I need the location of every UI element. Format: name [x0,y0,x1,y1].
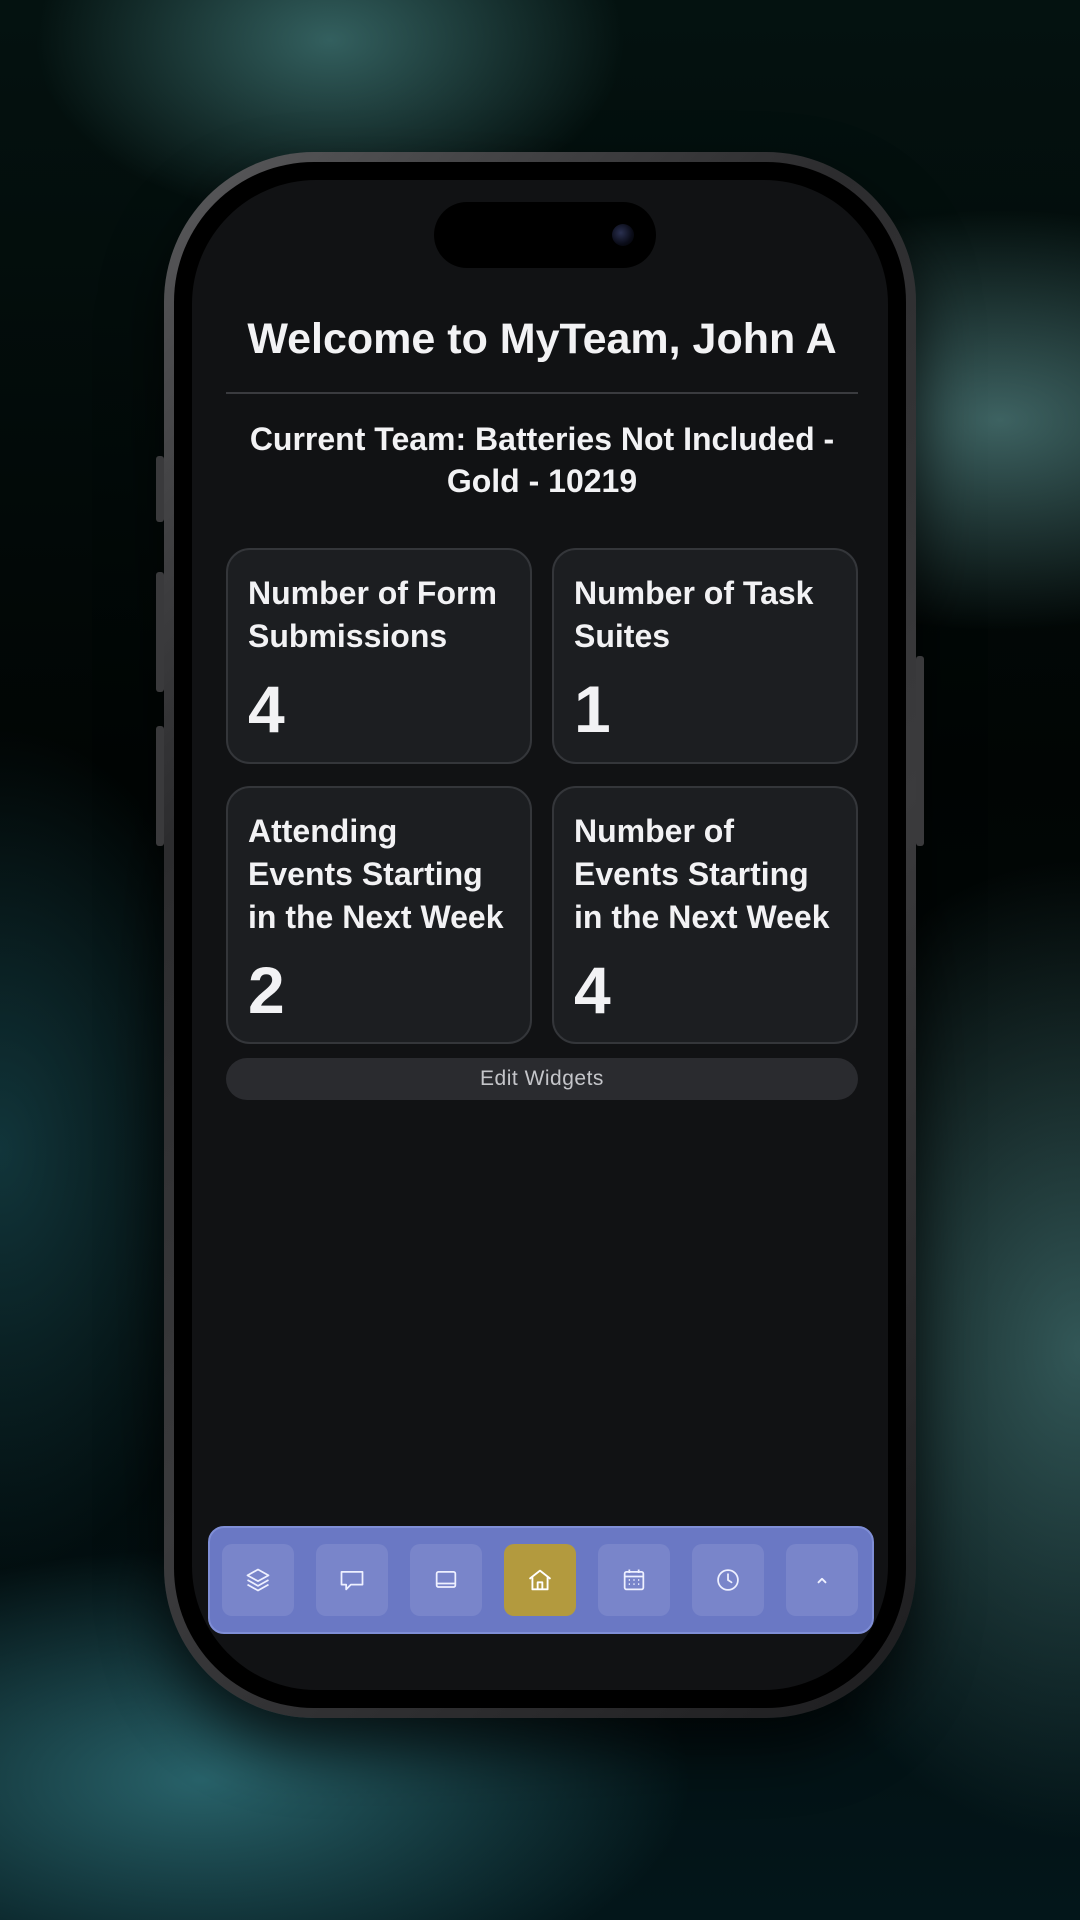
calendar-icon [623,1569,645,1591]
tablet-icon [435,1570,457,1588]
power-button [916,656,924,846]
current-team-label: Current Team: Batteries Not Included - G… [249,421,835,499]
header-divider [226,392,858,394]
clock-icon [717,1569,739,1591]
welcome-title: Welcome to MyTeam, John A [247,315,837,363]
nav-calendar-button[interactable] [598,1544,670,1616]
chevron-up-icon [817,1577,827,1584]
nav-home-button[interactable] [504,1544,576,1616]
volume-up-button [156,572,164,692]
edit-widgets-button[interactable]: Edit Widgets [226,1058,858,1100]
widget-events-next-week[interactable]: Number of Events Starting in the Next We… [552,786,858,1044]
widget-grid: Number of Form Submissions 4 Number of T… [226,548,858,1044]
phone-frame: Welcome to MyTeam, John A Current Team: … [164,152,916,1718]
volume-down-button [156,726,164,846]
app-screen: Welcome to MyTeam, John A Current Team: … [192,180,888,1690]
widget-value: 4 [574,953,611,1027]
widget-task-suites[interactable]: Number of Task Suites 1 [552,548,858,764]
dynamic-island [434,202,656,268]
nav-tablet-button[interactable] [410,1544,482,1616]
camera-icon [612,224,634,246]
widget-value: 1 [574,672,611,746]
layers-icon [246,1568,270,1592]
home-content: Welcome to MyTeam, John A Current Team: … [226,310,858,1100]
widget-title: Number of Task Suites [574,575,814,654]
widget-title: Number of Events Starting in the Next We… [574,813,830,935]
widget-form-submissions[interactable]: Number of Form Submissions 4 [226,548,532,764]
nav-expand-button[interactable] [786,1544,858,1616]
home-icon [528,1569,552,1591]
bottom-nav-bar [208,1526,874,1634]
widget-attending-events[interactable]: Attending Events Starting in the Next We… [226,786,532,1044]
chat-icon [340,1570,364,1591]
nav-clock-button[interactable] [692,1544,764,1616]
widget-value: 2 [248,953,285,1027]
widget-title: Attending Events Starting in the Next We… [248,813,504,935]
widget-value: 4 [248,672,285,746]
widget-title: Number of Form Submissions [248,575,497,654]
nav-chat-button[interactable] [316,1544,388,1616]
action-button [156,456,164,522]
nav-layers-button[interactable] [222,1544,294,1616]
